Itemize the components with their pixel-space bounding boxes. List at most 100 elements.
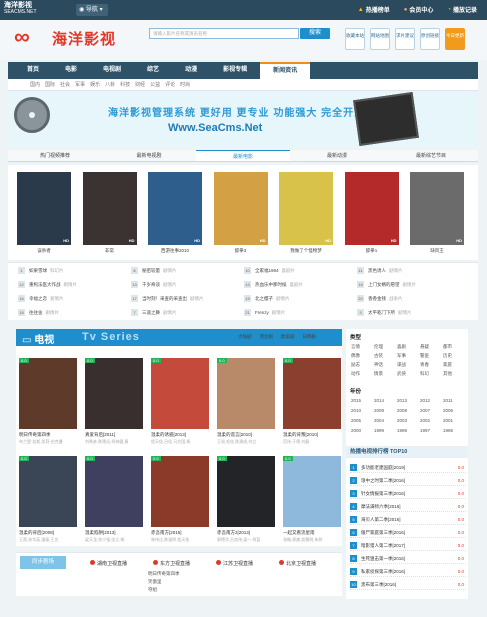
year-tag[interactable]: 1999 — [374, 428, 384, 433]
type-tag[interactable]: 偶像 — [351, 353, 360, 359]
rank-item[interactable]: 21 Frenzy 剧情片 — [244, 307, 285, 318]
search-button[interactable]: 搜索 — [300, 28, 330, 39]
year-tag[interactable]: 1997 — [420, 428, 430, 433]
type-tag[interactable]: 家庭 — [443, 362, 452, 368]
search-input[interactable]: 请输入影片名称或演员名称 — [149, 28, 299, 39]
tv-title[interactable]: 温柔的背叛[2010] — [283, 432, 347, 438]
nav-item[interactable]: 首页 — [14, 62, 52, 79]
type-tag[interactable]: 其他 — [443, 371, 452, 377]
live-channel[interactable]: 东方卫视直播 — [153, 560, 190, 567]
nav-item[interactable]: 电影 — [52, 62, 90, 79]
rank-item[interactable]: 12 重构法医大作战 剧情片 — [18, 279, 77, 290]
live-channel[interactable]: 北京卫视直播 — [279, 560, 316, 567]
type-tag[interactable]: 都市 — [443, 344, 452, 350]
type-tag[interactable]: 古装 — [374, 353, 383, 359]
subnav-item[interactable]: 科技 — [120, 79, 130, 90]
rank-item[interactable]: 10 全家福1984 喜剧片 — [244, 265, 295, 276]
tv-title[interactable]: 赤吾南方2[2013] — [217, 530, 281, 536]
type-tag[interactable]: 科幻 — [420, 371, 429, 377]
subnav-item[interactable]: 社会 — [60, 79, 70, 90]
tab-item[interactable]: 最新综艺节目 — [384, 150, 478, 161]
tv-poster[interactable]: 0.0 — [151, 358, 209, 429]
year-tag[interactable]: 2015 — [351, 398, 361, 403]
year-tag[interactable]: 2011 — [443, 398, 453, 403]
tv-poster[interactable]: 0.0 — [283, 358, 341, 429]
banner-url[interactable]: Www.SeaCms.Net — [168, 122, 262, 134]
tv-poster[interactable]: 0.0 — [85, 456, 143, 527]
top10-row[interactable]: 6 僵尸家庭第三季[2016] 0.0 — [350, 527, 466, 538]
year-tag[interactable]: 1998 — [397, 428, 407, 433]
year-tag[interactable]: 2009 — [374, 408, 384, 413]
play-history-link[interactable]: ◔ 播放记录 — [447, 5, 477, 15]
poster-title[interactable]: 醉拳3 — [214, 248, 268, 254]
rank-item[interactable]: 3 太平乾门下所 剧情片 — [357, 307, 412, 318]
tv-title[interactable]: 明日传奇第四季 — [19, 432, 83, 438]
rank-item[interactable]: 18 往往舍 剧情片 — [18, 307, 59, 318]
nav-item[interactable]: 新闻资讯 — [260, 62, 311, 79]
type-tag[interactable]: 青春 — [420, 362, 429, 368]
type-tag[interactable]: 悬疑 — [420, 344, 429, 350]
tab-item[interactable]: 热门视频推荐 — [8, 150, 102, 161]
year-tag[interactable]: 2006 — [443, 408, 453, 413]
movie-poster[interactable]: HD — [148, 172, 202, 245]
subnav-item[interactable]: 国际 — [45, 79, 55, 90]
tv-poster[interactable]: 0.0 — [19, 456, 77, 527]
rank-item[interactable]: 14 热血乐中那时候 喜剧片 — [244, 279, 303, 290]
movie-poster[interactable]: HD — [410, 172, 464, 245]
type-tag[interactable]: 神话 — [374, 362, 383, 368]
sitemap-button[interactable]: 网站地图 — [370, 28, 390, 50]
live-tab[interactable]: 同步剧场 — [20, 556, 66, 569]
type-tag[interactable]: 言情 — [351, 344, 360, 350]
tv-title[interactable]: 温柔的谎言[2010] — [217, 432, 281, 438]
rank-item[interactable]: 20 香香金钱 战争片 — [357, 293, 403, 304]
rank-item[interactable]: 13 千岁奇谈 剧情片 — [131, 279, 177, 290]
request-button[interactable]: 求片建议 — [395, 28, 415, 50]
live-sub-item[interactable]: 明日传奇第四季 — [148, 571, 180, 577]
nav-item[interactable]: 影视专辑 — [210, 62, 260, 79]
rank-item[interactable]: 19 北之樱子 剧情片 — [244, 293, 290, 304]
brand-name[interactable]: 海洋影视 — [52, 28, 116, 49]
year-tag[interactable]: 2001 — [443, 418, 453, 423]
bookmark-button[interactable]: 收藏本站 — [345, 28, 365, 50]
tv-title[interactable]: 温柔的背后[2008] — [19, 530, 83, 536]
type-tag[interactable]: 动作 — [351, 371, 360, 377]
subnav-item[interactable]: 八卦 — [105, 79, 115, 90]
type-tag[interactable]: 历史 — [443, 353, 452, 359]
tv-category-link[interactable]: 大陆剧 — [238, 334, 252, 340]
top10-row[interactable]: 8 生死狙击第一季[2016] 0.0 — [350, 553, 466, 564]
tv-poster[interactable]: 0.0 — [283, 456, 341, 527]
type-tag[interactable]: 伦理 — [374, 344, 383, 350]
poster-title[interactable]: 非常 — [83, 248, 137, 254]
poster-title[interactable]: 缺风王 — [410, 248, 464, 254]
tab-item[interactable]: 最新电视剧 — [102, 150, 196, 161]
year-tag[interactable]: 2003 — [397, 418, 407, 423]
brand-logo-icon[interactable]: ∞ — [14, 26, 48, 48]
tv-title[interactable]: 赤吾南方[2015] — [151, 530, 215, 536]
movie-poster[interactable]: HD — [82, 172, 137, 245]
member-center-link[interactable]: ● 会员中心 — [404, 5, 434, 15]
year-tag[interactable]: 2000 — [351, 428, 361, 433]
subnav-item[interactable]: 时尚 — [180, 79, 190, 90]
tv-title[interactable]: 一起又看流星雨 — [283, 530, 347, 536]
rank-item[interactable]: 17 当时刻！采查的采查出 剧情片 — [131, 293, 204, 304]
rank-item[interactable]: 16 幸福之恋 爱情片 — [18, 293, 64, 304]
type-tag[interactable]: 喜剧 — [397, 344, 406, 350]
top10-row[interactable]: 4 摩法满师六季[2016] 0.0 — [350, 501, 466, 512]
tv-title[interactable]: 真爱背后[2011] — [85, 432, 149, 438]
subnav-item[interactable]: 公益 — [150, 79, 160, 90]
subnav-item[interactable]: 娱乐 — [90, 79, 100, 90]
type-tag[interactable]: 警匪 — [420, 353, 429, 359]
tv-category-link[interactable]: 日韩剧 — [303, 334, 317, 340]
poster-title[interactable]: 我做了个怪物梦 — [279, 248, 333, 254]
movie-poster[interactable]: HD — [344, 172, 399, 245]
tv-poster[interactable]: 0.0 — [217, 456, 275, 527]
tv-poster[interactable]: 0.0 — [217, 358, 275, 429]
top10-row[interactable]: 3 针女情报第三季[2016] 0.0 — [350, 488, 466, 499]
type-tag[interactable]: 谍战 — [397, 362, 406, 368]
rank-item[interactable]: 1 如果雪球 科幻片 — [18, 265, 64, 276]
poster-title[interactable]: 西游往事2010 — [148, 248, 202, 254]
year-tag[interactable]: 2010 — [351, 408, 361, 413]
site-logo-small[interactable]: 海洋影视 SEACMS.NET — [4, 2, 60, 18]
tv-poster[interactable]: 0.0 — [19, 358, 77, 429]
nav-item[interactable]: 动漫 — [172, 62, 210, 79]
